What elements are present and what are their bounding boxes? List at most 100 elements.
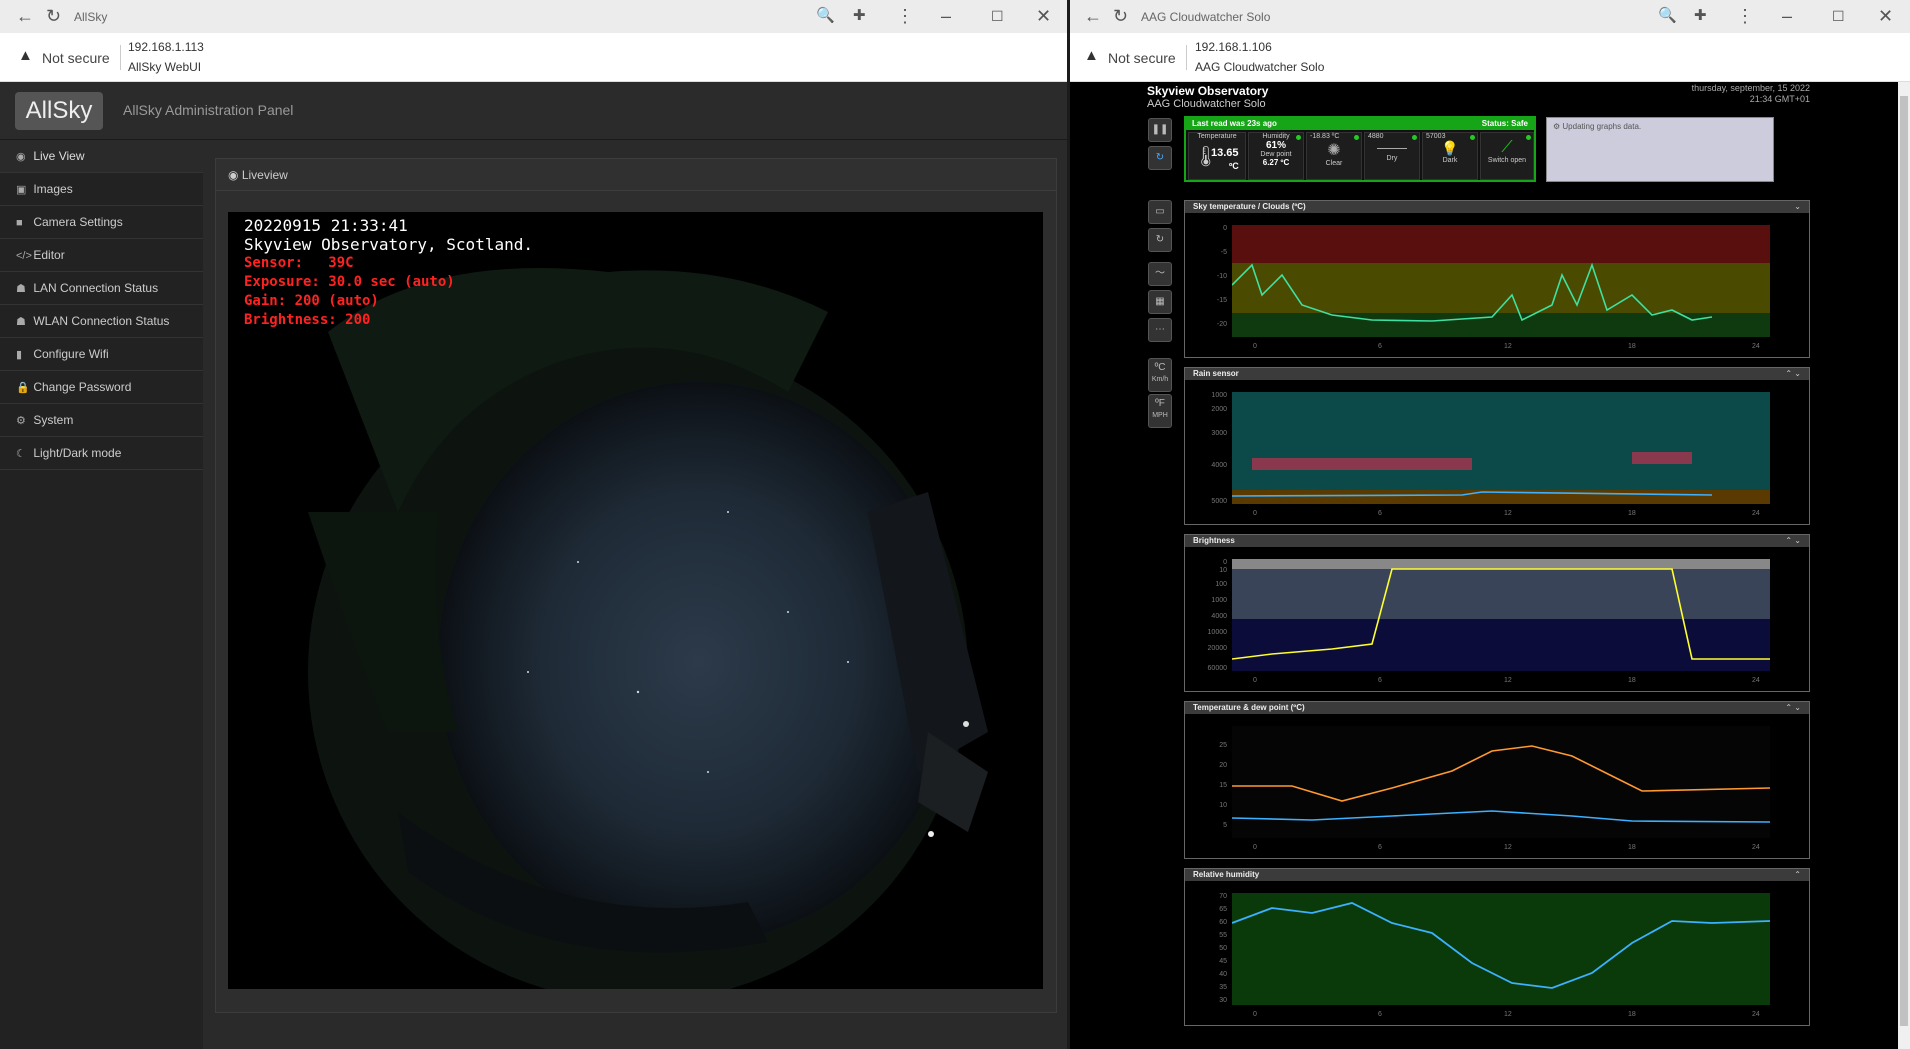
x-tick: 18	[1628, 677, 1636, 684]
chart-grid-button[interactable]: ▦	[1148, 290, 1172, 314]
maximize-icon[interactable]: ☐	[1832, 6, 1845, 26]
collapse-controls[interactable]: ⌃ ⌄	[1785, 535, 1801, 547]
close-icon[interactable]: ✕	[1878, 6, 1893, 26]
overlay-location: Skyview Observatory, Scotland.	[244, 235, 533, 254]
collapse-controls[interactable]: ⌃ ⌄	[1785, 702, 1801, 714]
x-tick: 12	[1504, 343, 1512, 350]
x-tick: 12	[1504, 844, 1512, 851]
y-tick: 1000	[1211, 597, 1227, 604]
nav-item-light-dark[interactable]: ☾ Light/Dark mode	[0, 437, 203, 470]
warning-icon: ▲	[1084, 47, 1099, 64]
x-tick: 0	[1253, 343, 1257, 350]
notice-text: Updating graphs data.	[1562, 122, 1642, 131]
nav-label: Images	[33, 182, 73, 196]
x-tick: 6	[1378, 510, 1382, 517]
graph-sky-temperature: Sky temperature / Clouds (ºC) ⌄ 0 -5 -10 …	[1184, 200, 1810, 358]
x-tick: 18	[1628, 844, 1636, 851]
chart-line-button[interactable]: 〜	[1148, 262, 1172, 286]
imperial-units-button[interactable]: ºF MPH	[1148, 394, 1172, 428]
dotted-line-button[interactable]: ⋯	[1148, 318, 1172, 342]
nav-item-change-password[interactable]: 🔒 Change Password	[0, 371, 203, 404]
x-tick: 0	[1253, 1011, 1257, 1018]
y-tick: 50	[1219, 945, 1227, 952]
nav-item-configure-wifi[interactable]: ▮ Configure Wifi	[0, 338, 203, 371]
back-arrow-icon[interactable]: ←	[1084, 6, 1102, 26]
left-address-bar[interactable]: ▲ Not secure 192.168.1.113 AllSky WebUI	[0, 33, 1067, 82]
temperature-value: 13.65	[1211, 147, 1239, 159]
collapse-controls[interactable]: ⌃	[1794, 869, 1801, 881]
app-header: AllSky AllSky Administration Panel	[0, 82, 1067, 140]
refresh-icon: ↻	[1155, 234, 1165, 245]
y-tick: 100	[1215, 581, 1227, 588]
nav-item-camera-settings[interactable]: ■ Camera Settings	[0, 206, 203, 239]
y-tick: 5000	[1211, 498, 1227, 505]
app-title: AllSky Administration Panel	[123, 102, 294, 118]
zoom-icon[interactable]: 🔍	[1658, 6, 1677, 26]
left-tab-title: AllSky	[74, 10, 108, 24]
nav-item-system[interactable]: ⚙ System	[0, 404, 203, 437]
nav-item-wlan-status[interactable]: ☗ WLAN Connection Status	[0, 305, 203, 338]
layout-button-2[interactable]: ↻	[1148, 228, 1172, 252]
nav-item-images[interactable]: ▣ Images	[0, 173, 203, 206]
allsky-live-image[interactable]: 20220915 21:33:41 Skyview Observatory, S…	[228, 212, 1043, 989]
maximize-icon[interactable]: ☐	[991, 6, 1004, 26]
y-tick: 45	[1219, 958, 1227, 965]
overlay-gain: Gain: 200 (auto)	[244, 293, 379, 309]
metric-units-button[interactable]: ºC Km/h	[1148, 358, 1172, 392]
pause-button[interactable]: ❚❚	[1148, 118, 1172, 142]
graph-header: Relative humidity ⌃	[1185, 869, 1809, 881]
cloud-label: Clear	[1325, 160, 1343, 167]
minimize-icon[interactable]: –	[941, 6, 951, 26]
last-read: Last read was 23s ago	[1192, 119, 1277, 128]
reload-icon[interactable]: ↻	[46, 6, 61, 26]
nav-item-lan-status[interactable]: ☗ LAN Connection Status	[0, 272, 203, 305]
back-arrow-icon[interactable]: ←	[16, 6, 34, 26]
y-tick: 15	[1219, 782, 1227, 789]
brand-logo[interactable]: AllSky	[15, 92, 103, 130]
not-secure-label: Not secure	[1108, 50, 1176, 66]
y-tick: -5	[1220, 249, 1227, 256]
y-tick: 5	[1223, 822, 1227, 829]
safe-status: Status: Safe	[1481, 119, 1528, 128]
extensions-icon[interactable]: ✚	[1694, 6, 1707, 26]
menu-dots-icon[interactable]: ⋮	[1736, 6, 1754, 26]
brightness-plot	[1232, 559, 1770, 671]
graph-title: Sky temperature / Clouds (ºC)	[1193, 202, 1306, 211]
date-line: thursday, september, 15 2022	[1691, 83, 1810, 93]
y-tick: 20	[1219, 762, 1227, 769]
graph-title: Brightness	[1193, 536, 1235, 545]
status-dot	[1296, 135, 1301, 140]
left-titlebar: ← ↻ AllSky 🔍 ✚ ⋮ – ☐ ✕	[0, 0, 1067, 33]
nav-item-editor[interactable]: </> Editor	[0, 239, 203, 272]
nav-label: Configure Wifi	[33, 347, 109, 361]
page-scrollbar[interactable]	[1898, 82, 1910, 1049]
close-icon[interactable]: ✕	[1036, 6, 1051, 26]
x-tick: 24	[1752, 1011, 1760, 1018]
nav-label: Light/Dark mode	[33, 446, 122, 460]
address-separator	[1186, 45, 1187, 70]
x-tick: 0	[1253, 844, 1257, 851]
x-tick: 6	[1378, 1011, 1382, 1018]
nav-item-live-view[interactable]: ◉ Live View	[0, 140, 203, 173]
zoom-icon[interactable]: 🔍	[816, 6, 835, 26]
y-tick: 30	[1219, 997, 1227, 1004]
collapse-controls[interactable]: ⌄	[1794, 201, 1801, 213]
nav-label: Change Password	[33, 380, 132, 394]
not-secure-label: Not secure	[42, 50, 110, 66]
graph-header: Sky temperature / Clouds (ºC) ⌄	[1185, 201, 1809, 213]
refresh-button[interactable]: ↻	[1148, 146, 1172, 170]
y-tick: 35	[1219, 984, 1227, 991]
menu-dots-icon[interactable]: ⋮	[896, 6, 914, 26]
reload-icon[interactable]: ↻	[1113, 6, 1128, 26]
layout-button-1[interactable]: ▭	[1148, 200, 1172, 224]
collapse-controls[interactable]: ⌃ ⌄	[1785, 368, 1801, 380]
extensions-icon[interactable]: ✚	[853, 6, 866, 26]
image-overlay-text: 20220915 21:33:41 Skyview Observatory, S…	[244, 216, 533, 330]
line-chart-icon: 〜	[1155, 268, 1165, 279]
scrollbar-thumb[interactable]	[1900, 96, 1908, 1026]
right-tab-title: AAG Cloudwatcher Solo	[1141, 10, 1271, 24]
right-address-bar[interactable]: ▲ Not secure 192.168.1.106 AAG Cloudwatc…	[1070, 33, 1910, 82]
minimize-icon[interactable]: –	[1782, 6, 1792, 26]
fahrenheit-label: ºF	[1155, 398, 1165, 409]
y-tick: 60000	[1207, 665, 1227, 672]
